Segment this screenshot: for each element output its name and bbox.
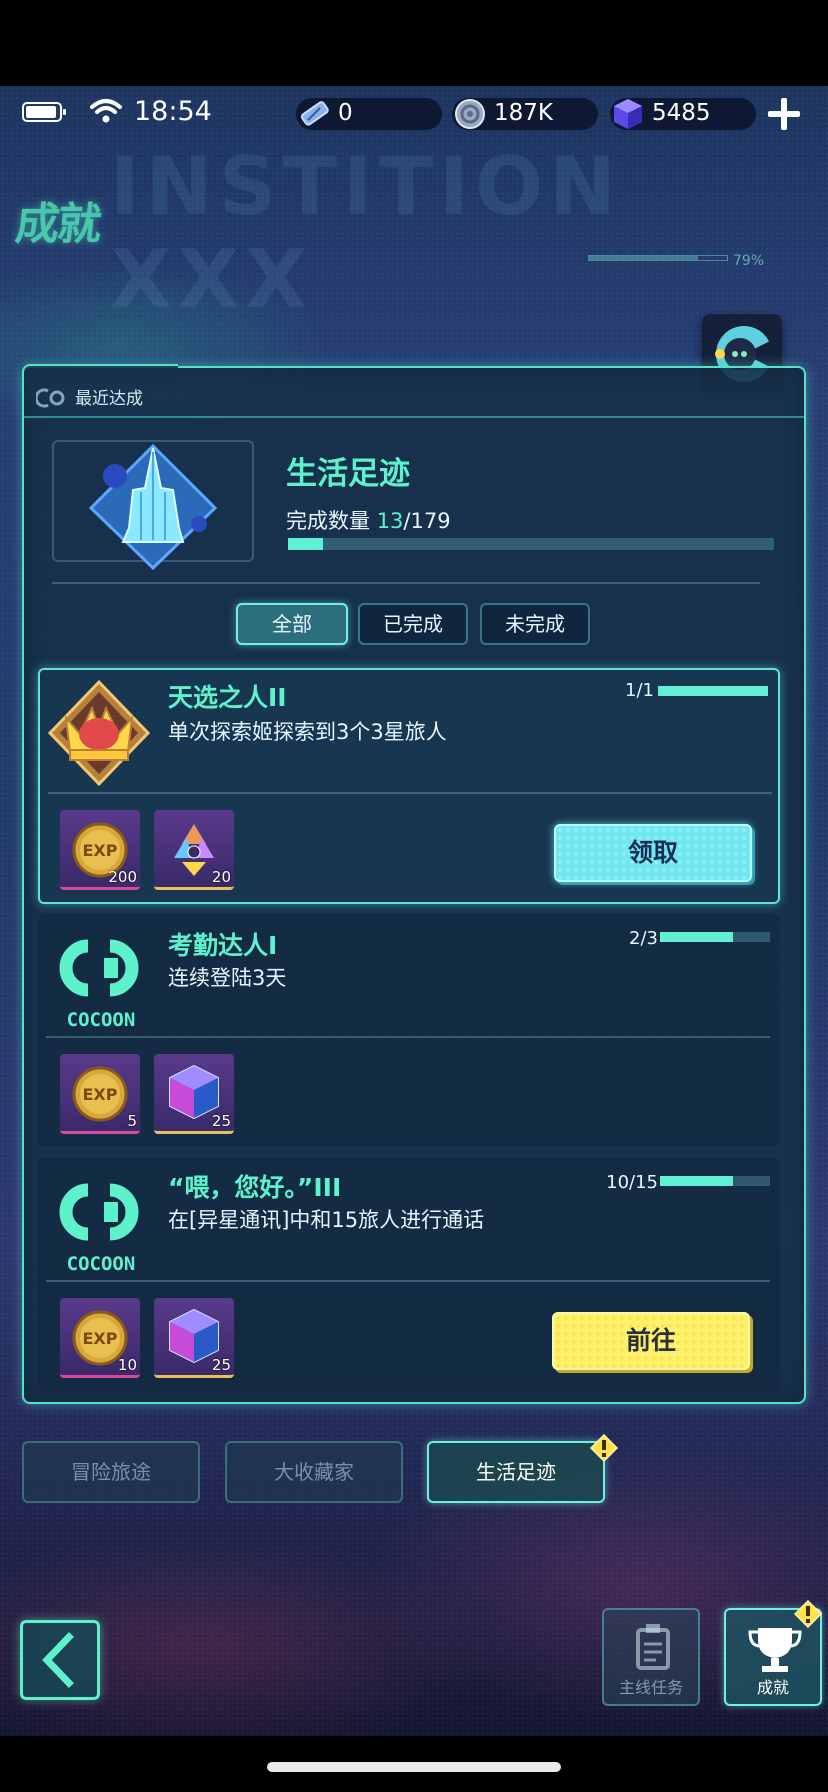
card-divider — [46, 1036, 770, 1038]
clock: 18:54 — [134, 96, 212, 127]
battery-icon — [22, 102, 66, 122]
crown-icon — [47, 679, 151, 787]
cocoon-logo-text: COCOON — [67, 1009, 136, 1031]
achievement-progress-text: 10/15 — [606, 1172, 658, 1193]
tab-adventure[interactable]: 冒险旅途 — [22, 1441, 200, 1503]
chevron-left-icon — [42, 1632, 74, 1688]
header-deco-bar — [588, 255, 728, 261]
achievement-title: 天选之人II — [168, 683, 287, 712]
achievement-progress-fill — [660, 1176, 734, 1186]
reward-count: 5 — [127, 1112, 137, 1130]
recent-achievement-label: 最近达成 — [75, 389, 143, 409]
reward-count: 200 — [108, 868, 137, 886]
ticket-icon — [300, 101, 329, 126]
reward-item[interactable]: EXP 5 — [60, 1054, 140, 1134]
reward-count: 25 — [211, 1356, 231, 1374]
achievement-progress-text: 1/1 — [625, 680, 654, 701]
cocoon-logo-text: COCOON — [67, 1253, 136, 1275]
achievement-progress-track — [660, 932, 770, 942]
reward-item[interactable]: 20 — [154, 810, 234, 890]
completion-done: 13 — [376, 509, 404, 533]
panel-header-divider — [22, 416, 806, 418]
main-task-label: 主线任务 — [618, 1678, 683, 1697]
svg-text:EXP: EXP — [83, 1085, 118, 1104]
achievement-card: COCOON 考勤达人I 连续登陆3天 2/3 EXP 5 25 — [38, 914, 780, 1146]
reward-count: 20 — [211, 868, 231, 886]
header-deco-percent: 79% — [733, 253, 765, 269]
home-indicator[interactable] — [267, 1762, 561, 1772]
tab-life-footprints[interactable]: 生活足迹 — [427, 1441, 605, 1503]
go-button[interactable]: 前往 — [552, 1312, 750, 1370]
reward-item[interactable]: EXP 200 — [60, 810, 140, 890]
ticket-counter[interactable]: 0 — [296, 98, 442, 130]
svg-text:EXP: EXP — [83, 841, 118, 860]
achievement-desc: 单次探索姬探索到3个3星旅人 — [168, 720, 447, 744]
reward-count: 25 — [211, 1112, 231, 1130]
card-divider — [48, 792, 772, 794]
ticket-value: 0 — [338, 100, 353, 126]
achievement-desc: 在[异星通讯]中和15旅人进行通话 — [168, 1208, 485, 1232]
gem-value: 5485 — [652, 100, 711, 126]
card-divider — [46, 1280, 770, 1282]
achievement-label: 成就 — [756, 1678, 789, 1697]
completion-progress-fill — [288, 538, 323, 550]
filter-incomplete-button[interactable]: 未完成 — [480, 603, 590, 645]
castle-badge-icon — [88, 443, 218, 571]
wifi-icon — [90, 99, 122, 123]
tab-collector[interactable]: 大收藏家 — [225, 1441, 403, 1503]
cocoon-small-icon — [36, 388, 65, 408]
svg-text:EXP: EXP — [83, 1329, 118, 1348]
achievement-progress-fill — [660, 932, 734, 942]
achievement-progress-text: 2/3 — [629, 928, 658, 949]
completion-count: 完成数量 13/179 — [286, 505, 451, 535]
filter-completed-button[interactable]: 已完成 — [358, 603, 468, 645]
claim-button[interactable]: 领取 — [554, 824, 752, 882]
reward-item[interactable]: 25 — [154, 1054, 234, 1134]
add-currency-button[interactable] — [766, 96, 802, 132]
page-title: 成就 — [12, 199, 103, 250]
gem-counter[interactable]: 5485 — [610, 98, 756, 130]
achievement-title: “喂，您好。”III — [168, 1173, 342, 1202]
category-title: 生活足迹 — [286, 456, 410, 492]
cocoon-logo-icon: COCOON — [59, 939, 139, 1031]
achievement-progress-track — [658, 686, 768, 696]
status-bar: 18:54 0 187K 5485 — [0, 86, 828, 138]
alert-icon — [590, 1434, 618, 1462]
section-divider — [52, 582, 760, 584]
filter-all-button[interactable]: 全部 — [236, 603, 348, 645]
gem-icon — [614, 99, 642, 129]
main-task-nav-button[interactable]: 主线任务 — [602, 1608, 700, 1706]
achievement-card: 天选之人II 单次探索姬探索到3个3星旅人 1/1 EXP 200 20 领取 — [38, 668, 780, 904]
exp-coin-icon: EXP — [72, 1066, 128, 1122]
back-button[interactable] — [20, 1620, 100, 1700]
completion-total: /179 — [403, 509, 451, 533]
reward-count: 10 — [117, 1356, 137, 1374]
completion-progress-track — [288, 538, 774, 550]
achievement-title: 考勤达人I — [168, 931, 278, 960]
coin-value: 187K — [494, 100, 553, 126]
achievement-progress-fill — [658, 686, 768, 696]
reward-item[interactable]: 25 — [154, 1298, 234, 1378]
coin-counter[interactable]: 187K — [452, 98, 598, 130]
achievement-desc: 连续登陆3天 — [168, 966, 287, 990]
panel-tab-decoration — [22, 364, 178, 384]
top-black-bar — [0, 0, 828, 86]
cocoon-logo-icon: COCOON — [59, 1183, 139, 1275]
coin-icon — [455, 99, 485, 129]
completion-label: 完成数量 — [286, 509, 370, 533]
reward-item[interactable]: EXP 10 — [60, 1298, 140, 1378]
achievement-card: COCOON “喂，您好。”III 在[异星通讯]中和15旅人进行通话 10/1… — [38, 1158, 780, 1394]
alert-icon — [794, 1600, 822, 1628]
header-deco-background: INSTITION XXX — [110, 140, 622, 326]
achievement-progress-track — [660, 1176, 770, 1186]
